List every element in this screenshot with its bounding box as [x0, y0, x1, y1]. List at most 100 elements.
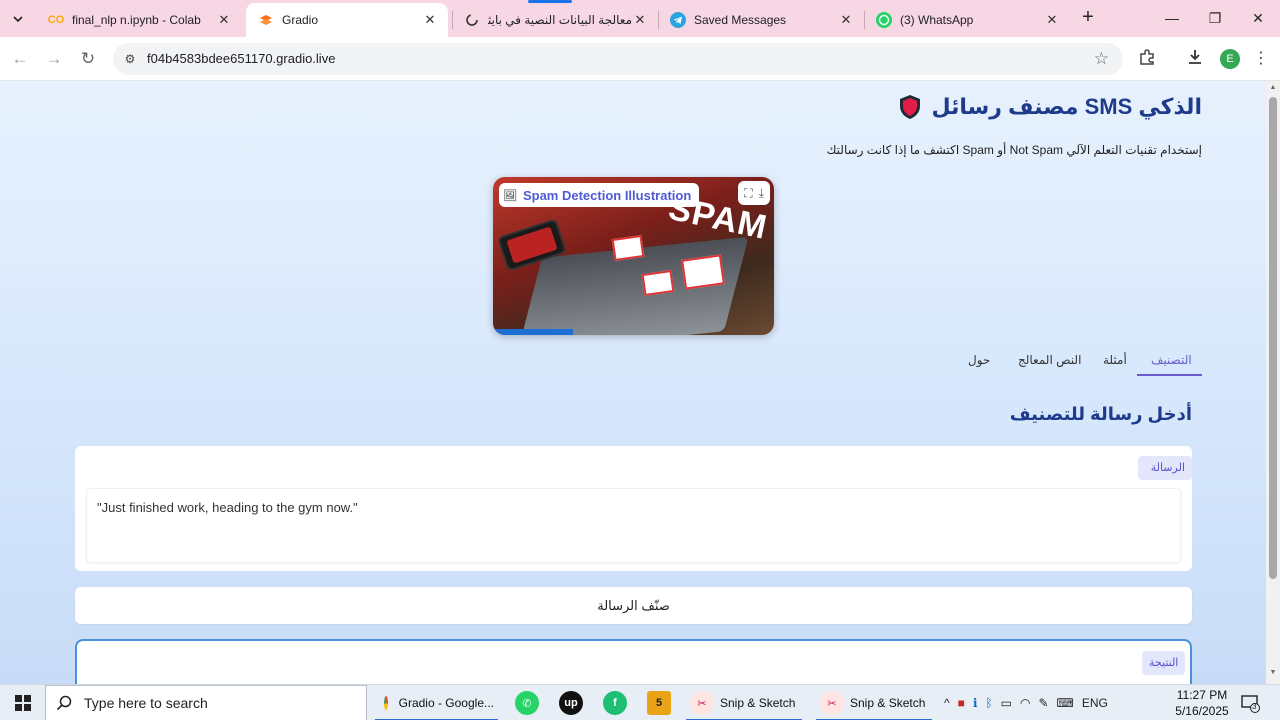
close-icon[interactable]: ✕ [632, 12, 648, 28]
app-5-icon: 5 [647, 691, 671, 715]
bluetooth-icon[interactable]: ᛒ [985, 696, 992, 710]
profile-avatar[interactable]: E [1220, 49, 1240, 69]
new-tab-button[interactable]: + [1078, 7, 1098, 28]
keyboard-icon[interactable]: ⌨ [1057, 696, 1074, 710]
tab-separator [864, 11, 865, 29]
message-block: الرسالة "Just finished work, heading to … [75, 446, 1192, 571]
page-scrollbar[interactable]: ▲ ▼ [1266, 81, 1280, 684]
menu-kebab-icon[interactable]: ⋮ [1250, 48, 1272, 70]
close-icon[interactable]: ✕ [1044, 12, 1060, 28]
tab-title: (3) WhatsApp [900, 13, 974, 27]
tab-processed-text[interactable]: النص المعالج [1018, 353, 1081, 367]
taskbar-clock[interactable]: 11:27 PM 5/16/2025 [1172, 687, 1232, 719]
pen-icon[interactable]: ✎ [1038, 696, 1048, 710]
start-button[interactable] [0, 685, 45, 720]
notification-icon[interactable]: 3 [1240, 693, 1260, 713]
whatsapp-icon: ✆ [515, 691, 539, 715]
taskbar-app-fiverr[interactable]: f [595, 685, 635, 720]
notification-count: 3 [1252, 702, 1257, 711]
tab-about[interactable]: حول [968, 353, 990, 367]
image-label-text: Spam Detection Illustration [522, 187, 692, 203]
tab-nlp-article[interactable]: معالجة البيانات النصية في بايثون ✕ [452, 3, 658, 37]
scroll-down-arrow[interactable]: ▼ [1269, 669, 1277, 676]
message-textarea[interactable]: "Just finished work, heading to the gym … [86, 488, 1181, 563]
nav-tabs: حول النص المعالج أمثلة التصنيف [64, 346, 1202, 376]
reload-button[interactable]: ↻ [77, 48, 99, 70]
window-close-button[interactable]: ✕ [1246, 6, 1270, 30]
image-toolbar: ⛶ ⤓ [738, 181, 770, 205]
tray-app-icon[interactable]: ■ [958, 696, 965, 710]
tab-title: final_nlp n.ipynb - Colab [72, 13, 201, 27]
chevron-down-icon [13, 16, 23, 23]
windows-icon [14, 695, 31, 711]
gradio-icon [258, 12, 274, 28]
taskbar-app-label: Snip & Sketch [850, 696, 926, 710]
taskbar-search[interactable]: Type here to search [45, 685, 367, 720]
snip-icon: ✂ [820, 691, 844, 715]
fullscreen-icon[interactable]: ⛶ [744, 186, 752, 201]
active-tab-underline [1137, 374, 1202, 376]
close-icon[interactable]: ✕ [216, 12, 232, 28]
download-icon[interactable]: ⤓ [759, 186, 764, 201]
wifi-icon[interactable]: ◠ [1020, 696, 1030, 710]
close-icon[interactable]: ✕ [838, 12, 854, 28]
tab-examples[interactable]: أمثلة [1103, 353, 1127, 367]
fiverr-icon: f [603, 691, 627, 715]
tray-overflow-icon[interactable]: ^ [944, 696, 950, 710]
section-title: أدخل رسالة للتصنيف [1009, 404, 1192, 424]
taskbar-app-chrome[interactable]: Gradio - Google... [371, 685, 502, 720]
url-text[interactable]: f04b4583bdee651170.gradio.live [147, 51, 335, 66]
result-label: النتيجة [1142, 651, 1186, 675]
tab-separator [658, 11, 659, 29]
close-icon[interactable]: ✕ [422, 12, 438, 28]
info-icon[interactable]: ℹ [973, 696, 978, 710]
app-subtitle: إستخدام تقنيات التعلم الآلي Not Spam أو … [826, 143, 1202, 157]
forward-button[interactable]: → [43, 48, 65, 70]
scrollbar-thumb[interactable] [1269, 97, 1277, 579]
taskbar-app-whatsapp[interactable]: ✆ [507, 685, 547, 720]
search-icon [56, 695, 72, 711]
taskbar-app-snip-1[interactable]: ✂ Snip & Sketch [682, 685, 806, 720]
taskbar-app-label: Snip & Sketch [720, 696, 796, 710]
tab-colab[interactable]: CO final_nlp n.ipynb - Colab ✕ [36, 3, 242, 37]
result-block: النتيجة [75, 639, 1192, 684]
classify-button[interactable]: صنّف الرسالة [75, 587, 1192, 624]
address-bar[interactable]: ⚙ f04b4583bdee651170.gradio.live ☆ [113, 43, 1123, 75]
tab-title: Saved Messages [694, 13, 787, 27]
tab-whatsapp[interactable]: (3) WhatsApp ✕ [864, 3, 1070, 37]
upwork-icon: up [559, 691, 583, 715]
back-button[interactable]: ← [9, 48, 31, 70]
tab-classification[interactable]: التصنيف [1151, 353, 1192, 367]
tab-title: Gradio [282, 13, 319, 27]
downloads-icon[interactable] [1184, 48, 1206, 70]
tab-search-button[interactable] [6, 7, 30, 31]
clock-time: 11:27 PM [1176, 688, 1228, 702]
extensions-icon[interactable] [1136, 48, 1158, 70]
chrome-icon [379, 691, 393, 715]
site-info-icon[interactable]: ⚙ [121, 50, 139, 68]
language-indicator[interactable]: ENG [1082, 696, 1108, 710]
tab-separator [452, 11, 453, 29]
envelope-graphic [611, 235, 645, 261]
restore-button[interactable]: ❐ [1203, 6, 1227, 30]
clock-date: 5/16/2025 [1175, 704, 1229, 718]
message-label: الرسالة [1138, 456, 1192, 480]
image-label: 🖼 Spam Detection Illustration [499, 183, 700, 207]
battery-icon[interactable]: ▭ [1001, 696, 1012, 710]
taskbar-app-5[interactable]: 5 [639, 685, 679, 720]
tab-title: معالجة البيانات النصية في بايثون [488, 13, 632, 27]
image-icon: 🖼 [503, 189, 517, 202]
search-placeholder: Type here to search [84, 695, 208, 711]
bookmark-star-icon[interactable]: ☆ [1094, 49, 1109, 69]
colab-icon: CO [47, 14, 65, 26]
browser-tab-strip: CO final_nlp n.ipynb - Colab ✕ Gradio ✕ … [0, 0, 1280, 37]
tab-telegram[interactable]: Saved Messages ✕ [658, 3, 864, 37]
scroll-up-arrow[interactable]: ▲ [1269, 84, 1277, 91]
shield-icon [900, 95, 921, 119]
gradio-page: الذكي SMS مصنف رسائل إستخدام تقنيات التع… [0, 81, 1266, 684]
taskbar-app-snip-2[interactable]: ✂ Snip & Sketch [812, 685, 936, 720]
taskbar-app-upwork[interactable]: up [551, 685, 591, 720]
minimize-button[interactable]: — [1160, 6, 1184, 30]
envelope-graphic [641, 270, 675, 296]
tab-gradio[interactable]: Gradio ✕ [246, 3, 448, 37]
